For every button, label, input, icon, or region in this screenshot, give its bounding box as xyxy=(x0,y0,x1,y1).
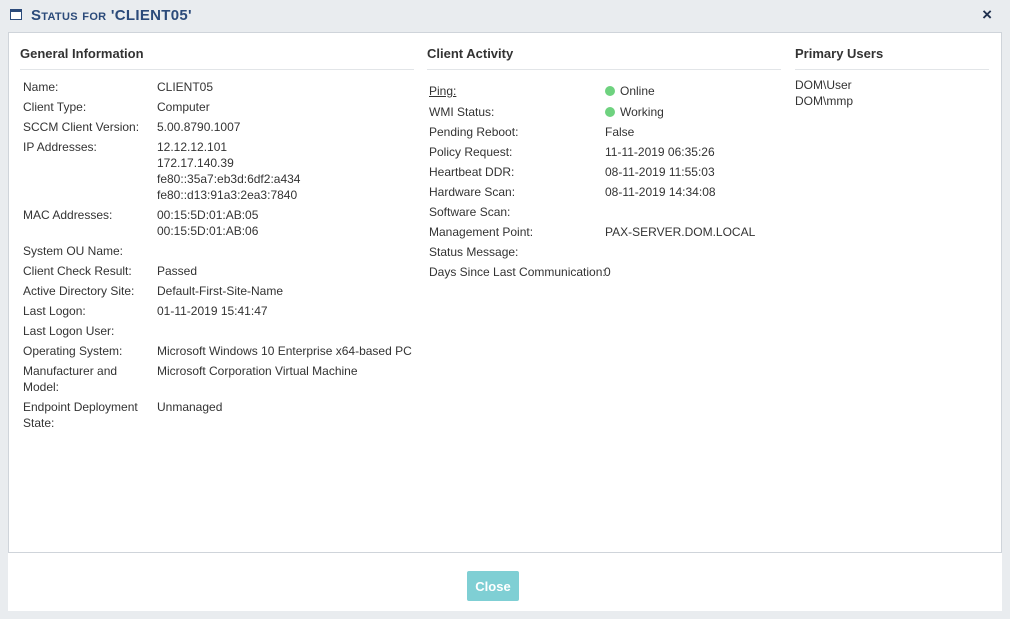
ping-link[interactable]: Ping: xyxy=(429,83,456,99)
general-info-value: 5.00.8790.1007 xyxy=(157,120,241,134)
general-info-label: Operating System: xyxy=(23,344,123,358)
general-info-value: Microsoft Corporation Virtual Machine xyxy=(157,364,358,378)
client-activity-value: PAX-SERVER.DOM.LOCAL xyxy=(605,225,756,239)
close-button[interactable]: Close xyxy=(467,571,519,601)
client-activity-value: 08-11-2019 14:34:08 xyxy=(605,185,716,199)
general-info-value: 12.12.12.101 xyxy=(157,140,228,154)
client-activity-heading: Client Activity xyxy=(427,46,514,61)
general-info-label: Manufacturer and Model: xyxy=(23,364,118,394)
client-activity-label: Days Since Last Communication: xyxy=(429,265,606,279)
status-dot-icon xyxy=(605,86,615,96)
dialog-titlebar: Status for 'CLIENT05' × xyxy=(0,0,1010,32)
general-info-value: Microsoft Windows 10 Enterprise x64-base… xyxy=(157,344,412,358)
status-text: Online xyxy=(620,84,655,98)
client-activity-value: 0 xyxy=(604,265,611,279)
status-text: Working xyxy=(620,105,664,119)
client-activity-value: 11-11-2019 06:35:26 xyxy=(605,145,715,159)
client-activity-label: WMI Status: xyxy=(429,105,495,119)
general-info-heading: General Information xyxy=(20,46,144,61)
client-activity-label: Management Point: xyxy=(429,225,534,239)
client-activity-label: Hardware Scan: xyxy=(429,185,516,199)
client-activity-value: Working xyxy=(605,104,664,120)
general-info-value: Unmanaged xyxy=(157,400,223,414)
primary-users-heading: Primary Users xyxy=(795,46,884,61)
client-activity-divider xyxy=(427,69,781,70)
client-activity-label: Software Scan: xyxy=(429,205,511,219)
general-info-value: CLIENT05 xyxy=(157,80,214,94)
dialog-title: Status for 'CLIENT05' xyxy=(31,7,192,24)
client-activity-value: 08-11-2019 11:55:03 xyxy=(605,165,715,179)
status-dot-icon xyxy=(605,107,615,117)
client-activity-label: Status Message: xyxy=(429,245,519,259)
client-activity-value: Online xyxy=(605,83,655,99)
dialog-footer: Close xyxy=(8,553,1002,611)
general-info-value: fe80::35a7:eb3d:6df2:a434 xyxy=(157,172,301,186)
close-icon[interactable]: × xyxy=(982,5,992,25)
general-info-value: 00:15:5D:01:AB:05 xyxy=(157,208,259,222)
general-info-label: Active Directory Site: xyxy=(23,284,135,298)
general-info-label: Last Logon User: xyxy=(23,324,115,338)
general-info-value: 172.17.140.39 xyxy=(157,156,234,170)
general-info-label: Last Logon: xyxy=(23,304,86,318)
client-activity-label: Policy Request: xyxy=(429,145,513,159)
general-info-value: Default-First-Site-Name xyxy=(157,284,284,298)
general-info-label: Client Check Result: xyxy=(23,264,132,278)
primary-user-item: DOM\mmp xyxy=(795,94,853,108)
client-activity-label: Heartbeat DDR: xyxy=(429,165,515,179)
general-info-label: Client Type: xyxy=(23,100,87,114)
client-activity-value: False xyxy=(605,125,635,139)
general-info-divider xyxy=(20,69,414,70)
dialog-content: General Information Name: CLIENT05 Client … xyxy=(8,32,1002,553)
general-info-label: Endpoint Deployment State: xyxy=(23,400,138,430)
client-activity-label: Pending Reboot: xyxy=(429,125,519,139)
status-dialog: Status for 'CLIENT05' × General Informat… xyxy=(0,0,1010,619)
window-icon xyxy=(10,9,22,20)
general-info-label: SCCM Client Version: xyxy=(23,120,140,134)
general-info-value: 00:15:5D:01:AB:06 xyxy=(157,224,259,238)
primary-user-item: DOM\User xyxy=(795,78,852,92)
general-info-label: Name: xyxy=(23,80,59,94)
general-info-value: fe80::d13:91a3:2ea3:7840 xyxy=(157,188,298,202)
general-info-label: System OU Name: xyxy=(23,244,124,258)
general-info-label: MAC Addresses: xyxy=(23,208,113,222)
general-info-label: IP Addresses: xyxy=(23,140,97,154)
general-info-value: Passed xyxy=(157,264,198,278)
general-info-value: 01-11-2019 15:41:47 xyxy=(157,304,268,318)
general-info-value: Computer xyxy=(157,100,210,114)
primary-users-divider xyxy=(795,69,989,70)
